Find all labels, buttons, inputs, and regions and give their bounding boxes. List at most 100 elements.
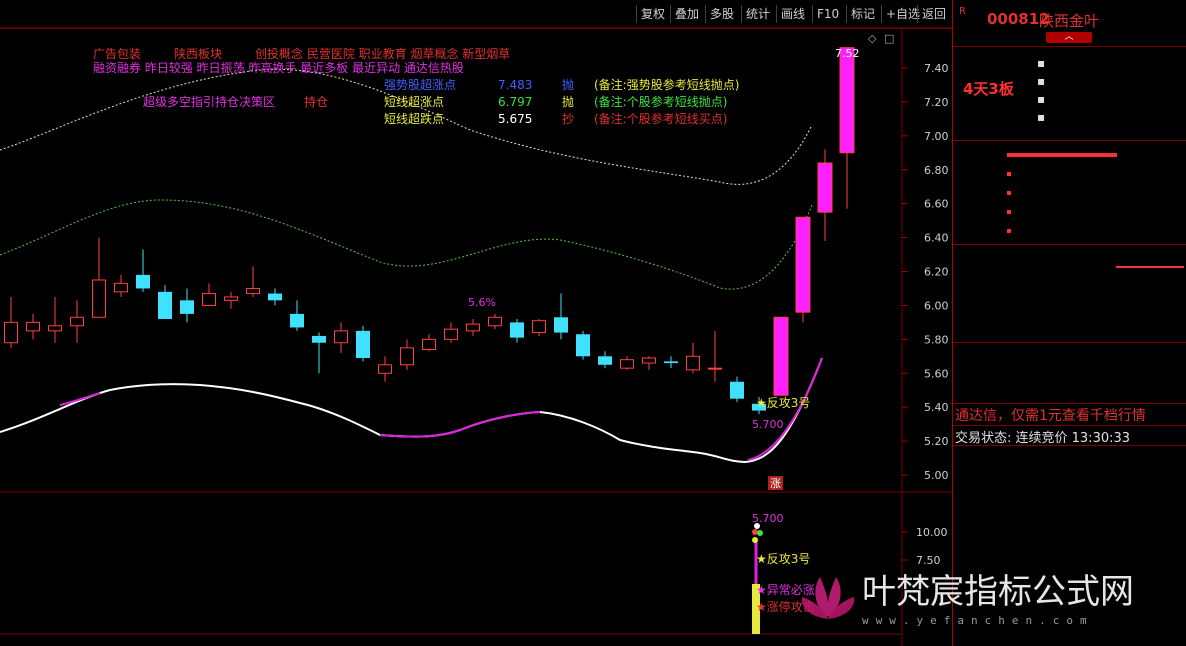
- stock-badge: R: [959, 6, 966, 17]
- svg-text:www.yefanchen.com: www.yefanchen.com: [862, 614, 1094, 627]
- bid-volume-bar: [1007, 229, 1011, 233]
- sealed-bullet-icon: ▪: [1037, 74, 1046, 88]
- y-tick-label: 6.80: [924, 164, 949, 177]
- board-tag: 4天3板: [963, 80, 1014, 98]
- attack-signal-label: ★反攻3号: [756, 396, 810, 410]
- collapse-chevron-icon[interactable]: ︿: [1046, 32, 1092, 43]
- candle: [202, 283, 216, 306]
- signal-3-value: 5.675: [498, 112, 532, 126]
- subchart-y-ticks: 10.00 7.50: [902, 526, 948, 567]
- bid-volume-bar: [1007, 191, 1011, 195]
- candle-body: [246, 287, 260, 295]
- y-tick-label: 7.00: [924, 130, 949, 143]
- candle-body: [839, 47, 855, 154]
- y-tick-label: 7.20: [924, 96, 949, 109]
- candle-body: [312, 335, 326, 343]
- concept-tags-line2: 融资融券 昨日较强 昨日振荡 昨高换手 最近多板 最近异动 通达信热股: [93, 60, 464, 75]
- candle: [708, 330, 722, 382]
- candle-body: [400, 347, 414, 366]
- y-tick-label: 6.00: [924, 299, 949, 312]
- candle-body: [466, 323, 480, 332]
- candle: [158, 285, 172, 319]
- signal-1-name: 强势股超涨点: [384, 77, 456, 92]
- y-axis-ticks: 7.40 7.20 7.00 6.80 6.60 6.40 6.20 6.00 5.80 5.60…: [902, 62, 949, 482]
- high-price-label: 7.52: [835, 47, 860, 60]
- bid-volume-bar: [1007, 153, 1117, 157]
- promo-link[interactable]: 通达信，仅需1元查看千档行情: [955, 405, 1146, 425]
- candle-body: [224, 296, 238, 301]
- candle-body: [158, 291, 172, 319]
- candle-body: [510, 322, 524, 338]
- y-tick-label: 5.40: [924, 401, 949, 414]
- candle: [400, 339, 414, 370]
- candle: [312, 332, 326, 374]
- sub-y-tick-label: 10.00: [916, 526, 948, 539]
- sealed-bullet-icon: ▪: [1037, 110, 1046, 124]
- strategy-label: 超级多空指引持仓决策区: [143, 94, 275, 109]
- chart-expand-icon[interactable]: □: [884, 32, 894, 45]
- candle-body: [532, 320, 546, 334]
- candle: [48, 296, 62, 343]
- candle-body: [378, 364, 392, 374]
- candle: [224, 291, 238, 309]
- candle: [268, 288, 282, 306]
- y-tick-label: 6.20: [924, 266, 949, 279]
- lower-band-line: [0, 357, 823, 464]
- hold-label: 持仓: [304, 94, 328, 109]
- candle-body: [642, 357, 656, 364]
- signal-2-name: 短线超涨点: [384, 94, 444, 109]
- concept-tag-3: 创投概念 民营医院 职业教育 烟草概念 新型烟草: [255, 46, 510, 61]
- candle-body: [422, 338, 436, 351]
- candle-body: [554, 317, 568, 333]
- kline-chart[interactable]: ◇ □ 7.40 7.20 7.00 6.80 6.60 6.40 6.20 6.00 5.80…: [0, 0, 952, 646]
- candle: [26, 313, 40, 340]
- trade-status: 交易状态: 连续竞价 13:30:33: [955, 431, 1131, 446]
- bid-volume-bar: [1007, 210, 1011, 214]
- pct-label: 5.6%: [468, 296, 496, 309]
- candle: [642, 356, 656, 370]
- candle-body: [773, 316, 789, 396]
- candle: [795, 216, 811, 323]
- middle-band-line: [0, 199, 813, 290]
- quote-panel: R 000812 陕西金叶 ︿ 4天3板 ▪ ▪ ▪ ▪ 通达信，仅需1元查看千…: [952, 0, 1186, 646]
- signal-3-note: (备注:个股参考短线买点): [594, 111, 727, 126]
- candle: [4, 296, 18, 348]
- candle: [378, 356, 392, 382]
- zhang-badge-text: 涨: [770, 477, 781, 490]
- signal-dot-yellow: [752, 537, 758, 543]
- channel-bands: [0, 68, 823, 464]
- sealed-bullet-icon: ▪: [1037, 92, 1046, 106]
- site-watermark: 叶梵宸指标公式网 www.yefanchen.com: [801, 572, 1134, 627]
- candle: [686, 342, 700, 374]
- signal-2-note: (备注:个股参考短线抛点): [594, 94, 727, 109]
- candle: [180, 288, 194, 323]
- candle-body: [334, 330, 348, 344]
- candle-body: [444, 328, 458, 340]
- candle-body: [576, 334, 590, 357]
- candle-body: [92, 279, 106, 318]
- y-tick-label: 5.00: [924, 469, 949, 482]
- signal-dot-red: [752, 529, 758, 535]
- candle-body: [268, 293, 282, 301]
- candle-body: [488, 316, 502, 327]
- sub-attack-label: ★反攻3号: [756, 552, 810, 566]
- chart-control-icon[interactable]: ◇: [868, 32, 877, 45]
- candle-body: [290, 313, 304, 328]
- signal-1-action: 抛: [562, 77, 574, 92]
- candle-body: [4, 321, 18, 344]
- svg-text:叶梵宸指标公式网: 叶梵宸指标公式网: [862, 572, 1134, 612]
- candle-body: [817, 162, 833, 213]
- candle-body: [136, 274, 150, 289]
- signal-1-value: 7.483: [498, 78, 532, 92]
- candle: [290, 300, 304, 331]
- candle: [334, 322, 348, 353]
- chart-area[interactable]: 复权 叠加 多股 统计 画线 F10 标记 +自选 返回 ◇ □ 7.40 7.2…: [0, 0, 952, 646]
- candle-body: [26, 321, 40, 332]
- candle: [773, 316, 789, 396]
- candle-body: [598, 356, 612, 365]
- signal-3-name: 短线超跌点: [384, 111, 444, 126]
- candle: [576, 330, 590, 360]
- candle: [839, 47, 855, 209]
- sub-y-tick-label: 7.50: [916, 554, 941, 567]
- low-price-label: 5.700: [752, 418, 784, 431]
